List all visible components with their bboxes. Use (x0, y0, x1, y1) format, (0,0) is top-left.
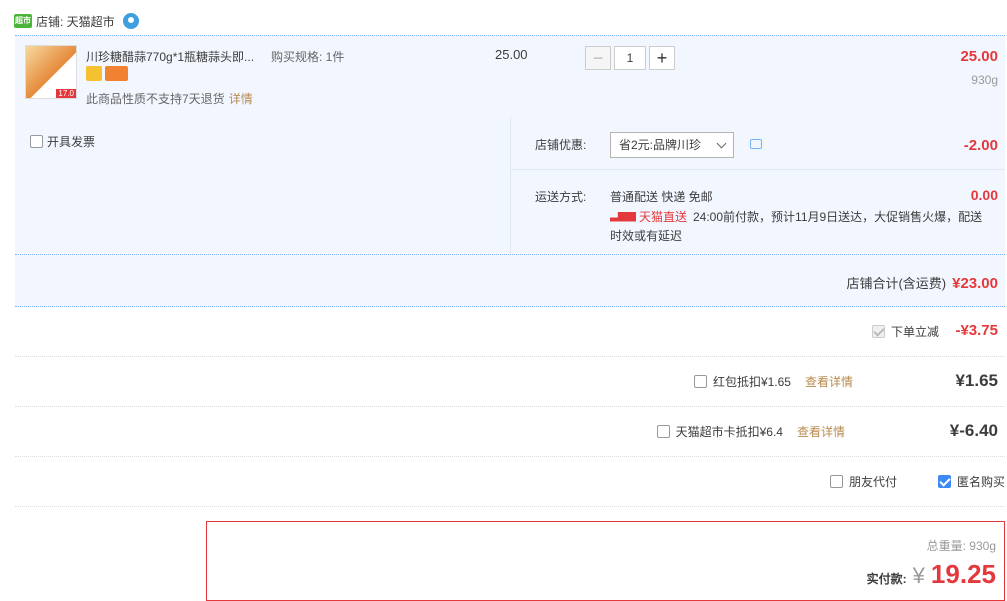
card-option[interactable]: 天猫超市卡抵扣¥6.4 查看详情 (656, 423, 845, 440)
item-weight: 930g (971, 73, 998, 87)
shop-total-amount: ¥23.00 (952, 275, 998, 292)
friend-pay-label: 朋友代付 (848, 475, 897, 489)
redpacket-detail-link[interactable]: 查看详情 (805, 373, 853, 390)
product-thumbnail[interactable]: 17.0 (25, 45, 77, 99)
card-badge-icon[interactable] (105, 66, 128, 81)
shipping-label: 运送方式: (535, 190, 587, 204)
anonymous-label: 匿名购买 (956, 475, 1005, 489)
instant-discount: 下单立减 (871, 323, 939, 340)
order-item: 17.0 川珍糖醋蒜770g*1瓶糖蒜头即... 购买规格: 1件 此商品性质不… (15, 35, 1005, 118)
shop-total: 店铺合计(含运费) ¥23.00 (846, 273, 998, 292)
thumbnail-price-tag: 17.0 (56, 89, 76, 98)
card-label: 天猫超市卡抵扣¥6.4 (675, 425, 783, 439)
service-badges (86, 66, 128, 81)
guarantee-badge-icon[interactable] (86, 66, 102, 81)
shop-header: 超市 店铺: 天猫超市 (14, 11, 139, 31)
shop-name[interactable]: 店铺: 天猫超市 (36, 13, 115, 30)
truck-icon (610, 211, 636, 222)
instant-discount-amount: -¥3.75 (955, 322, 998, 339)
invoice-checkbox[interactable] (30, 135, 43, 148)
decrease-button[interactable]: − (585, 46, 611, 70)
shop-promo-label: 店铺优惠: (535, 138, 587, 152)
shop-promo-value: 省2元:品牌川珍 (619, 138, 702, 152)
invoice-label: 开具发票 (47, 135, 96, 149)
instant-discount-row: 下单立减 -¥3.75 (15, 307, 1005, 357)
shipping-method: 普通配送 快递 免邮 (610, 190, 713, 204)
friend-pay-checkbox[interactable] (829, 475, 843, 488)
increase-button[interactable]: + (649, 46, 675, 70)
card-checkbox[interactable] (656, 425, 670, 438)
actual-payment-label: 实付款: (866, 572, 907, 586)
divider (511, 169, 1005, 170)
tmall-direct-label: 天猫直送 (639, 210, 688, 224)
invoice-option[interactable]: 开具发票 (30, 133, 95, 150)
payment-summary: 总重量: 930g 实付款: ¥ 19.25 (206, 521, 1005, 601)
actual-payment-amount: 19.25 (930, 559, 996, 589)
currency-symbol: ¥ (912, 563, 925, 588)
instant-discount-label: 下单立减 (890, 325, 939, 339)
tmall-direct-badge: 天猫直送 (610, 208, 687, 225)
redpacket-label: 红包抵扣¥1.65 (712, 375, 791, 389)
redpacket-row: 红包抵扣¥1.65 查看详情 ¥1.65 (15, 357, 1005, 407)
shop-promo-amount: -2.00 (963, 137, 998, 154)
total-weight: 总重量: 930g (926, 539, 996, 553)
chat-icon[interactable] (122, 13, 139, 29)
shop-total-label: 店铺合计(含运费) (846, 276, 947, 291)
shipping-note-cont: 时效或有延迟 (610, 229, 683, 243)
redpacket-amount: ¥1.65 (955, 371, 998, 390)
product-spec: 购买规格: 1件 (271, 50, 345, 64)
card-detail-link[interactable]: 查看详情 (797, 423, 845, 440)
chevron-down-icon (716, 138, 727, 149)
item-total: 25.00 (960, 48, 998, 65)
no-return-notice: 此商品性质不支持7天退货 详情 (86, 90, 253, 107)
redpacket-option[interactable]: 红包抵扣¥1.65 查看详情 (693, 373, 853, 390)
friend-pay-option[interactable]: 朋友代付 (829, 473, 897, 490)
divider (510, 117, 511, 254)
order-options: 开具发票 店铺优惠: 省2元:品牌川珍 -2.00 运送方式: 普通配送 快递 … (15, 117, 1005, 255)
no-return-text: 此商品性质不支持7天退货 (86, 92, 225, 106)
quantity-stepper: − 1 + (585, 46, 675, 70)
pay-options-row: 朋友代付 匿名购买 (15, 457, 1005, 507)
shipping-note: 24:00前付款，预计11月9日送达，大促销售火爆，配送 (693, 210, 983, 224)
message-icon[interactable] (750, 139, 762, 149)
anonymous-checkbox[interactable] (937, 475, 951, 488)
card-amount: ¥-6.40 (949, 421, 998, 440)
anonymous-option[interactable]: 匿名购买 (937, 473, 1005, 490)
quantity-input[interactable]: 1 (614, 46, 646, 70)
tmall-logo-icon: 超市 (14, 14, 32, 28)
shop-total-row: 店铺合计(含运费) ¥23.00 (15, 255, 1005, 307)
shipping-amount: 0.00 (970, 187, 998, 203)
unit-price: 25.00 (495, 47, 528, 62)
shop-promo-select[interactable]: 省2元:品牌川珍 (610, 132, 734, 158)
instant-discount-checkbox (871, 325, 885, 338)
product-title[interactable]: 川珍糖醋蒜770g*1瓶糖蒜头即... (86, 48, 254, 65)
redpacket-checkbox[interactable] (693, 375, 707, 388)
card-row: 天猫超市卡抵扣¥6.4 查看详情 ¥-6.40 (15, 407, 1005, 457)
detail-link[interactable]: 详情 (229, 92, 253, 106)
actual-payment: 实付款: ¥ 19.25 (867, 559, 996, 590)
